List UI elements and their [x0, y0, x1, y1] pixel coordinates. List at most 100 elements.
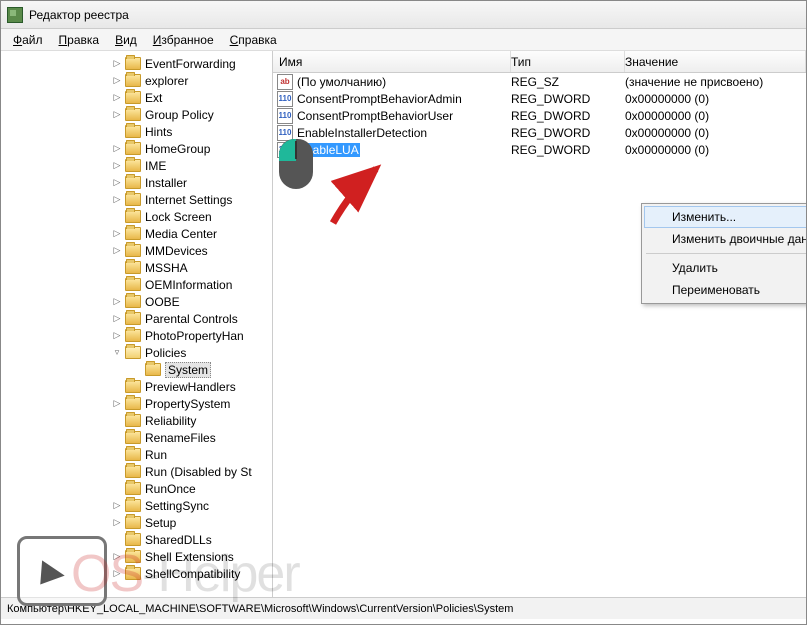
tree-node-label[interactable]: SettingSync [145, 499, 209, 513]
tree-node-label[interactable]: SharedDLLs [145, 533, 212, 547]
tree-node[interactable]: RunOnce [1, 480, 272, 497]
expander-icon[interactable]: ▷ [111, 58, 123, 70]
expander-icon[interactable]: ▿ [111, 347, 123, 359]
col-header-name[interactable]: Имя [273, 51, 511, 72]
ctx-rename[interactable]: Переименовать [644, 279, 806, 301]
list-row[interactable]: 110ConsentPromptBehaviorAdminREG_DWORD0x… [273, 90, 806, 107]
list-row[interactable]: ab(По умолчанию)REG_SZ(значение не присв… [273, 73, 806, 90]
tree-node[interactable]: Run [1, 446, 272, 463]
expander-icon[interactable]: ▷ [111, 177, 123, 189]
tree-node-label[interactable]: Group Policy [145, 108, 214, 122]
tree-node-label[interactable]: ShellCompatibility [145, 567, 240, 581]
expander-icon[interactable]: ▷ [111, 398, 123, 410]
tree-node-label[interactable]: MMDevices [145, 244, 208, 258]
tree-node-label[interactable]: Run (Disabled by St [145, 465, 252, 479]
tree-node-label[interactable]: HomeGroup [145, 142, 210, 156]
expander-icon[interactable]: ▷ [111, 245, 123, 257]
tree-node-label[interactable]: System [165, 362, 211, 378]
tree-node[interactable]: Lock Screen [1, 208, 272, 225]
tree-node[interactable]: ▷ Group Policy [1, 106, 272, 123]
tree-node[interactable]: Hints [1, 123, 272, 140]
tree-node[interactable]: PreviewHandlers [1, 378, 272, 395]
tree-node[interactable]: ▷ HomeGroup [1, 140, 272, 157]
tree-scroll[interactable]: ▷ EventForwarding ▷ explorer ▷ Ext ▷ Group Poli… [1, 51, 272, 597]
tree-node[interactable]: System [1, 361, 272, 378]
tree-node-label[interactable]: OOBE [145, 295, 180, 309]
tree-node-label[interactable]: Setup [145, 516, 176, 530]
tree-node[interactable]: ▷ Media Center [1, 225, 272, 242]
tree-node[interactable]: ▷ Parental Controls [1, 310, 272, 327]
tree-node-label[interactable]: Lock Screen [145, 210, 212, 224]
menu-view[interactable]: Вид [107, 31, 145, 49]
expander-icon[interactable]: ▷ [111, 228, 123, 240]
tree-node[interactable]: RenameFiles [1, 429, 272, 446]
tree-node-label[interactable]: MSSHA [145, 261, 188, 275]
menu-help[interactable]: Справка [222, 31, 285, 49]
tree-node[interactable]: ▷ explorer [1, 72, 272, 89]
tree-node-label[interactable]: RunOnce [145, 482, 196, 496]
row-type-text: REG_SZ [511, 75, 625, 89]
tree-node[interactable]: ▷ OOBE [1, 293, 272, 310]
tree-node-label[interactable]: Media Center [145, 227, 217, 241]
tree-node[interactable]: ▷ Installer [1, 174, 272, 191]
tree-node[interactable]: ▷ Shell Extensions [1, 548, 272, 565]
expander-icon[interactable]: ▷ [111, 517, 123, 529]
list-row[interactable]: 110ConsentPromptBehaviorUserREG_DWORD0x0… [273, 107, 806, 124]
tree-node-label[interactable]: Policies [145, 346, 186, 360]
tree-node[interactable]: ▷ IME [1, 157, 272, 174]
tree-node-label[interactable]: IME [145, 159, 166, 173]
expander-icon[interactable]: ▷ [111, 568, 123, 580]
col-header-type[interactable]: Тип [511, 51, 625, 72]
tree-node-label[interactable]: Installer [145, 176, 187, 190]
expander-icon[interactable]: ▷ [111, 500, 123, 512]
tree-node[interactable]: OEMInformation [1, 276, 272, 293]
menu-edit[interactable]: Правка [51, 31, 108, 49]
col-header-value[interactable]: Значение [625, 51, 806, 72]
tree-node[interactable]: ▷ Ext [1, 89, 272, 106]
ctx-modify[interactable]: Изменить... [644, 206, 806, 228]
tree-node-label[interactable]: Hints [145, 125, 172, 139]
menu-favorites[interactable]: Избранное [145, 31, 222, 49]
tree-node-label[interactable]: RenameFiles [145, 431, 216, 445]
tree-node[interactable]: ▷ EventForwarding [1, 55, 272, 72]
expander-icon[interactable]: ▷ [111, 160, 123, 172]
tree-node-label[interactable]: PhotoPropertyHan [145, 329, 244, 343]
list-row[interactable]: 110EnableInstallerDetectionREG_DWORD0x00… [273, 124, 806, 141]
tree-node-label[interactable]: Run [145, 448, 167, 462]
expander-icon[interactable]: ▷ [111, 194, 123, 206]
tree-node[interactable]: SharedDLLs [1, 531, 272, 548]
tree-node[interactable]: ▷ MMDevices [1, 242, 272, 259]
tree-node[interactable]: ▷ Setup [1, 514, 272, 531]
tree-node[interactable]: ▷ PropertySystem [1, 395, 272, 412]
tree-node[interactable]: Run (Disabled by St [1, 463, 272, 480]
tree-node[interactable]: ▿ Policies [1, 344, 272, 361]
tree-node-label[interactable]: PropertySystem [145, 397, 230, 411]
tree-node-label[interactable]: Reliability [145, 414, 196, 428]
tree-node-label[interactable]: Internet Settings [145, 193, 232, 207]
expander-icon[interactable]: ▷ [111, 313, 123, 325]
tree-node-label[interactable]: EventForwarding [145, 57, 236, 71]
tree-node-label[interactable]: Parental Controls [145, 312, 238, 326]
expander-icon[interactable]: ▷ [111, 109, 123, 121]
tree-node-label[interactable]: OEMInformation [145, 278, 232, 292]
menu-file[interactable]: Файл [5, 31, 51, 49]
tree-node[interactable]: ▷ ShellCompatibility [1, 565, 272, 582]
tree-node[interactable]: Reliability [1, 412, 272, 429]
tree-node[interactable]: ▷ SettingSync [1, 497, 272, 514]
tree-node-label[interactable]: Ext [145, 91, 162, 105]
tree-node-label[interactable]: PreviewHandlers [145, 380, 236, 394]
tree-node[interactable]: ▷ PhotoPropertyHan [1, 327, 272, 344]
expander-icon[interactable]: ▷ [111, 296, 123, 308]
tree-node-label[interactable]: explorer [145, 74, 188, 88]
expander-icon[interactable]: ▷ [111, 75, 123, 87]
ctx-modify-binary[interactable]: Изменить двоичные данные... [644, 228, 806, 250]
ctx-delete[interactable]: Удалить [644, 257, 806, 279]
expander-icon[interactable]: ▷ [111, 143, 123, 155]
expander-icon[interactable]: ▷ [111, 92, 123, 104]
tree-node[interactable]: MSSHA [1, 259, 272, 276]
tree-node[interactable]: ▷ Internet Settings [1, 191, 272, 208]
tree-node-label[interactable]: Shell Extensions [145, 550, 234, 564]
list-row[interactable]: 110EnableLUAREG_DWORD0x00000000 (0) [273, 141, 806, 158]
expander-icon[interactable]: ▷ [111, 551, 123, 563]
expander-icon[interactable]: ▷ [111, 330, 123, 342]
